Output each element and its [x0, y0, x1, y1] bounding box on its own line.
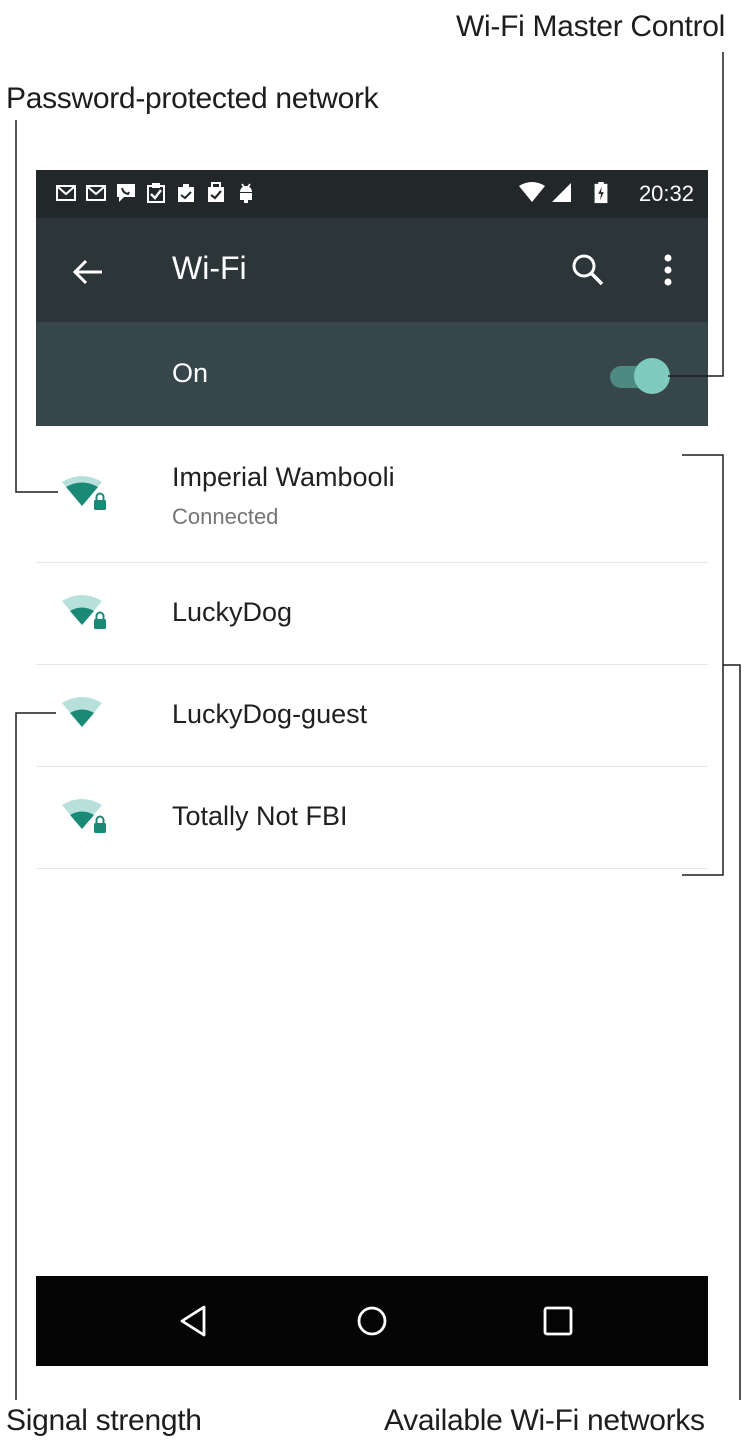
callout-signal-strength: Signal strength: [6, 1404, 202, 1437]
more-vert-icon[interactable]: [646, 248, 690, 292]
battery-charging-icon: [594, 182, 608, 204]
page-title: Wi-Fi: [172, 250, 247, 286]
network-item[interactable]: Imperial Wambooli Connected: [36, 426, 708, 563]
recents-square-icon[interactable]: [536, 1299, 580, 1343]
wifi-master-switch-bar: On: [36, 322, 708, 426]
switch-label: On: [172, 358, 209, 388]
android-icon: [240, 183, 252, 203]
app-bar: Wi-Fi: [36, 218, 708, 322]
wifi-signal-locked-icon: [62, 476, 106, 510]
cell-signal-icon: [552, 183, 571, 202]
wifi-signal-locked-icon: [62, 799, 106, 833]
callout-password-protected: Password-protected network: [6, 82, 379, 115]
arrow-back-icon[interactable]: [66, 250, 110, 294]
wifi-icon: [519, 182, 545, 202]
gmail-icon: [56, 185, 76, 201]
phone-screen: 20:32 Wi-Fi On Imperial Wambooli Connect…: [36, 170, 708, 1366]
toggle-thumb: [634, 358, 670, 394]
search-icon[interactable]: [566, 248, 610, 292]
task-icon: [208, 182, 224, 202]
wifi-signal-icon: [62, 697, 102, 727]
network-status: Connected: [172, 504, 279, 529]
network-item[interactable]: LuckyDog: [36, 563, 708, 665]
network-name: Imperial Wambooli: [172, 462, 395, 492]
network-list: Imperial Wambooli Connected LuckyDog Luc…: [36, 426, 708, 869]
network-item[interactable]: LuckyDog-guest: [36, 665, 708, 767]
network-item[interactable]: Totally Not FBI: [36, 767, 708, 869]
wifi-master-toggle[interactable]: [604, 356, 676, 396]
task-icon: [147, 183, 165, 203]
status-bar: 20:32: [36, 170, 708, 218]
network-name: LuckyDog-guest: [172, 699, 368, 729]
home-circle-icon[interactable]: [350, 1299, 394, 1343]
network-name: LuckyDog: [172, 597, 293, 627]
missed-call-icon: [117, 184, 135, 202]
back-triangle-icon[interactable]: [172, 1299, 216, 1343]
callout-available-networks: Available Wi-Fi networks: [384, 1404, 705, 1437]
callout-master-control: Wi-Fi Master Control: [456, 10, 726, 43]
gmail-icon: [86, 185, 106, 201]
clipboard-icon: [178, 184, 194, 202]
clock: 20:32: [638, 181, 694, 206]
system-nav-bar: [36, 1276, 708, 1366]
wifi-signal-locked-icon: [62, 595, 106, 629]
network-name: Totally Not FBI: [172, 801, 348, 831]
available-networks-leader: [723, 664, 741, 1400]
